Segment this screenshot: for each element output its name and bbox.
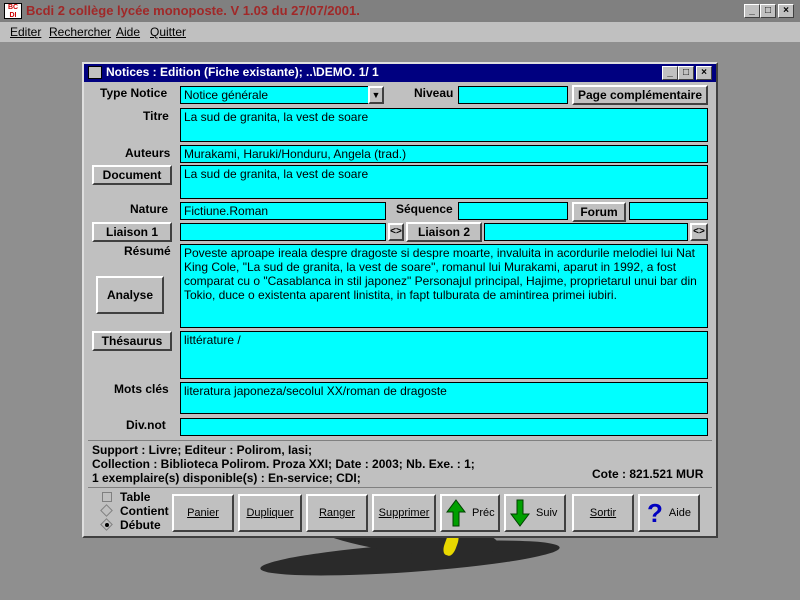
minimize-icon[interactable]: _ [744,4,760,18]
info-line-support: Support : Livre; Editeur : Polirom, Iasi… [92,443,313,457]
liaison2-field[interactable] [484,223,688,241]
ranger-button[interactable]: Ranger [306,494,368,532]
dialog-title: Notices : Edition (Fiche existante); ..\… [106,65,379,79]
arrow-up-icon [446,499,466,527]
document-field[interactable]: La sud de granita, la vest de soare [180,165,708,199]
divnot-label: Div.not [126,418,166,432]
document-button[interactable]: Document [92,165,172,185]
auteurs-field[interactable]: Murakami, Haruki/Honduru, Angela (trad.) [180,145,708,163]
info-line-exemplaires: 1 exemplaire(s) disponible(s) : En-servi… [92,471,361,485]
niveau-field[interactable] [458,86,568,104]
sortir-button[interactable]: Sortir [572,494,634,532]
option-table-label: Table [120,490,151,504]
nature-field[interactable]: Fictiune.Roman [180,202,386,220]
liaison2-button[interactable]: Liaison 2 [406,222,482,242]
divnot-field[interactable] [180,418,708,436]
aide-button[interactable]: ? Aide [638,494,700,532]
thesaurus-button[interactable]: Thésaurus [92,331,172,351]
sequence-field[interactable] [458,202,568,220]
info-line-collection: Collection : Biblioteca Polirom. Proza X… [92,457,475,471]
menu-rechercher[interactable]: Rechercher [49,25,111,39]
suiv-button[interactable]: Suiv [504,494,566,532]
prec-button[interactable]: Préc [440,494,500,532]
mots-cles-label: Mots clés [114,382,169,396]
liaison1-field[interactable] [180,223,386,241]
info-panel: Support : Livre; Editeur : Polirom, Iasi… [88,440,712,486]
forum-button[interactable]: Forum [572,202,626,222]
mots-cles-field[interactable]: literatura japoneza/secolul XX/roman de … [180,382,708,414]
analyse-button[interactable]: Analyse [96,276,164,314]
auteurs-label: Auteurs [125,146,171,160]
liaison1-button[interactable]: Liaison 1 [92,222,172,242]
menu-editer[interactable]: Editer [10,25,41,39]
link-icon[interactable]: <> [388,223,404,241]
aide-label: Aide [668,507,691,519]
resume-field[interactable]: Poveste aproape ireala despre dragoste s… [180,244,708,328]
forum-field[interactable] [629,202,708,220]
resume-label: Résumé [124,244,171,258]
supprimer-button[interactable]: Supprimer [372,494,436,532]
menu-quitter[interactable]: Quitter [150,25,186,39]
panier-button[interactable]: Panier [172,494,234,532]
titre-label: Titre [143,109,169,123]
option-debute-label: Débute [120,518,161,532]
help-icon: ? [647,497,663,528]
dialog-close-icon[interactable]: × [696,66,712,80]
cote-text: Cote : 821.521 MUR [592,467,704,481]
menu-aide[interactable]: Aide [116,25,140,39]
niveau-label: Niveau [414,86,454,100]
chevron-down-icon[interactable]: ▼ [368,86,384,104]
close-icon[interactable]: × [778,4,794,18]
dialog-icon[interactable] [88,66,102,79]
thesaurus-field[interactable]: littérature / [180,331,708,379]
prec-label: Préc [472,507,495,519]
separator [88,487,712,488]
link-icon[interactable]: <> [690,223,708,241]
type-notice-label: Type Notice [100,86,168,100]
dupliquer-button[interactable]: Dupliquer [238,494,302,532]
main-window-title: Bcdi 2 collège lycée monoposte. V 1.03 d… [26,3,360,18]
arrow-down-icon [510,499,530,527]
page-complementaire-button[interactable]: Page complémentaire [572,85,708,105]
type-notice-select[interactable]: Notice générale [180,86,370,104]
sequence-label: Séquence [396,202,453,216]
titre-field[interactable]: La sud de granita, la vest de soare [180,108,708,142]
option-contient-label: Contient [120,504,169,518]
dialog-minimize-icon[interactable]: _ [662,66,678,80]
app-icon[interactable]: BC DI [4,3,22,19]
dialog-maximize-icon[interactable]: □ [678,66,694,80]
radio-dot-icon [105,523,109,527]
option-table-check[interactable] [102,492,112,502]
suiv-label: Suiv [536,507,558,519]
nature-label: Nature [130,202,169,216]
maximize-icon[interactable]: □ [760,4,776,18]
